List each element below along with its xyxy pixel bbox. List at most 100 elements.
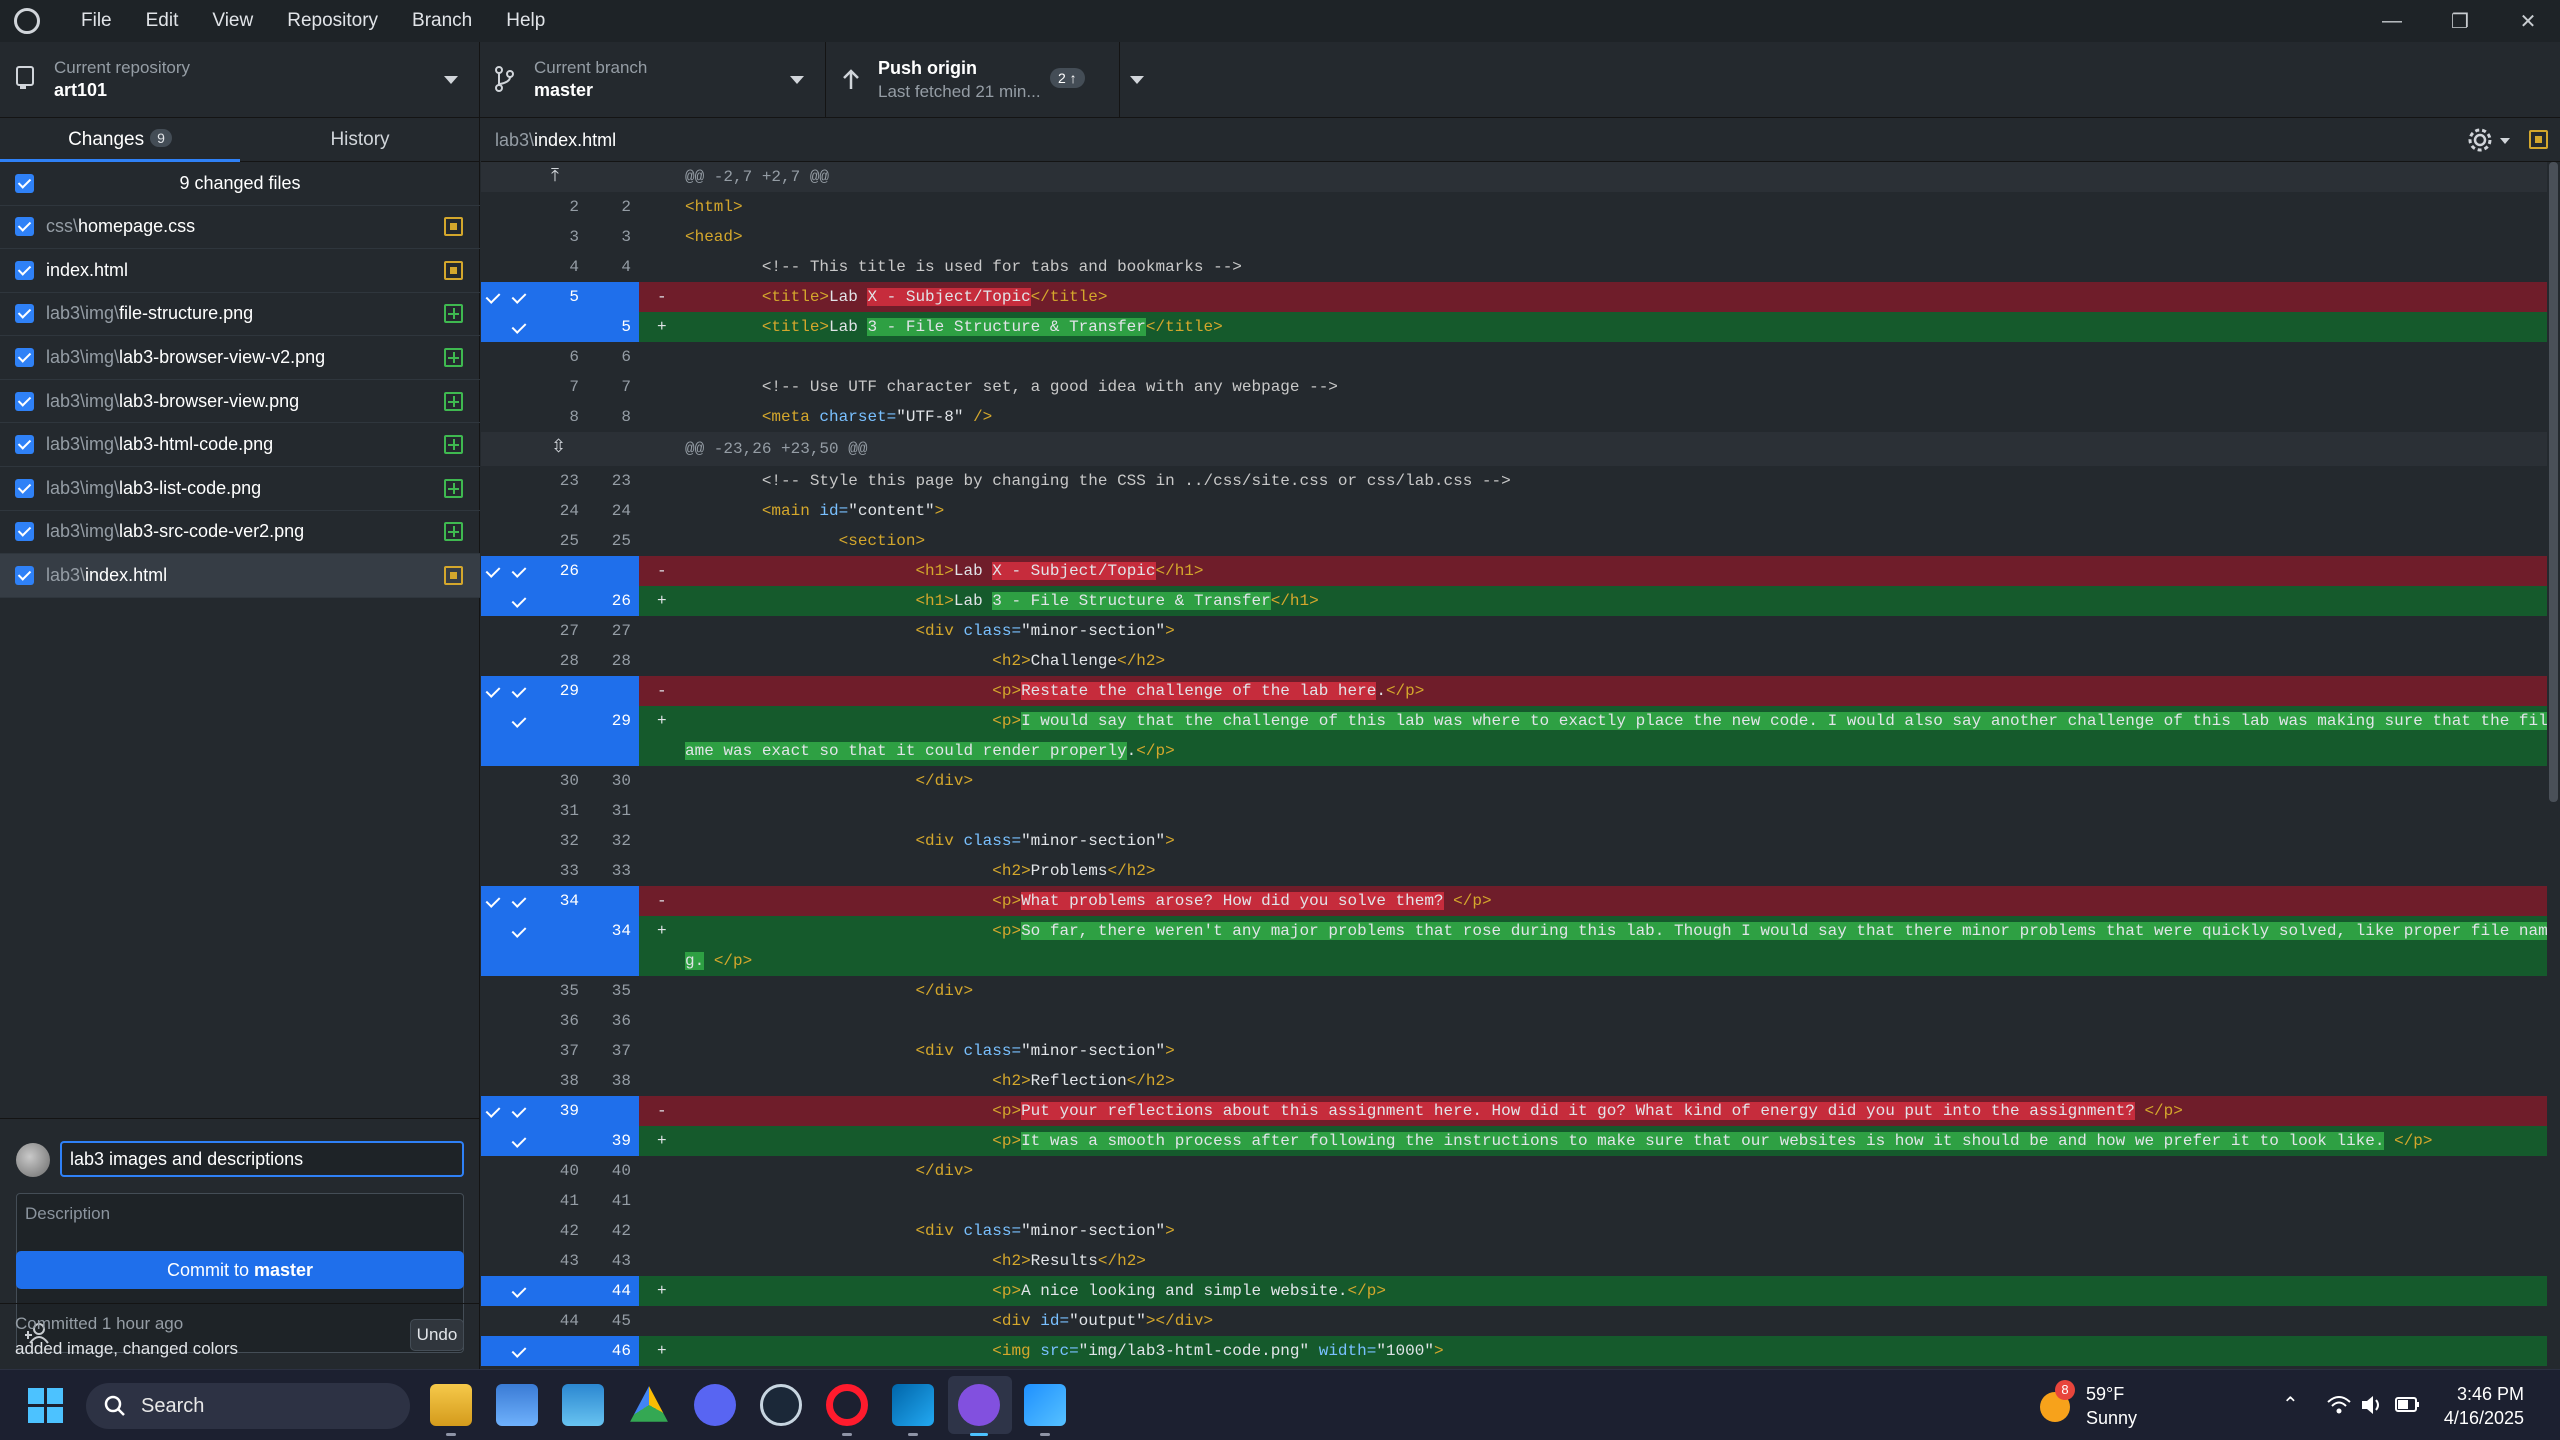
file-path: lab3\img\lab3-html-code.png [46,434,273,455]
menu-help[interactable]: Help [489,0,562,42]
chevron-up-icon[interactable]: ⌃ [2282,1392,2299,1417]
old-line-number: 33 [559,862,579,880]
diff-line-removed[interactable]: 39- <p>Put your reflections about this a… [481,1096,2547,1126]
file-checkbox[interactable] [15,217,34,237]
tab-changes[interactable]: Changes 9 [0,118,240,162]
expand-icon[interactable]: ⤒ [551,166,559,187]
commit-summary-input[interactable] [60,1141,464,1177]
menu-view[interactable]: View [195,0,270,42]
current-repository-button[interactable]: Current repository art101 [0,42,480,118]
paint-icon[interactable] [1024,1384,1066,1426]
scrollbar-thumb[interactable] [2549,162,2558,802]
menu-edit[interactable]: Edit [129,0,196,42]
line-gutter[interactable]: ⤒ [481,162,639,192]
push-origin-button[interactable]: Push origin Last fetched 21 min... 2 ↑ [826,42,1144,118]
file-checkbox[interactable] [15,348,34,368]
file-checkbox[interactable] [15,391,34,411]
minimize-icon[interactable]: — [2358,0,2426,42]
code-token: <!-- Use UTF character set, a good idea … [761,378,1338,396]
new-line-number: 3 [621,228,631,246]
code-text: <h1>Lab 3 - File Structure & Transfer</h… [685,586,1319,616]
running-indicator [842,1433,852,1436]
diff-line-added[interactable]: 34 + <p>So far, there weren't any major p… [481,916,2560,976]
check-icon [511,923,527,938]
code-token: id= [809,502,849,520]
file-name: index.html [46,259,129,280]
file-checkbox[interactable] [15,522,34,542]
close-icon[interactable]: ✕ [2494,0,2560,42]
old-line-number: 42 [559,1222,579,1240]
file-checkbox[interactable] [15,304,34,324]
discord-icon[interactable] [694,1384,736,1426]
undo-button[interactable]: Undo [410,1319,464,1351]
file-row[interactable]: index.html [0,249,480,293]
battery-icon[interactable] [2394,1392,2420,1416]
opera-icon[interactable] [826,1384,868,1426]
diff-line-removed[interactable]: 34- <p>What problems arose? How did you … [481,886,2547,916]
github-desktop-icon[interactable] [958,1384,1000,1426]
file-row[interactable]: lab3\img\file-structure.png [0,293,480,337]
expand-icon[interactable]: ⇳ [551,436,566,458]
file-checkbox[interactable] [15,566,34,586]
photos-icon[interactable] [496,1384,538,1426]
commit-button[interactable]: Commit to master [16,1251,464,1289]
diff-line-added[interactable]: 29 + <p>I would say that the challenge of… [481,706,2560,766]
diff-line-removed[interactable]: 29- <p>Restate the challenge of the lab … [481,676,2547,706]
line-gutter[interactable]: ⇳ [481,432,639,466]
vscode-icon[interactable] [892,1384,934,1426]
clock[interactable]: 3:46 PM 4/16/2025 [2444,1382,2524,1430]
taskbar-search[interactable]: Search [86,1383,410,1429]
steam-icon[interactable] [760,1384,802,1426]
diff-line-removed[interactable]: 26- <h1>Lab X - Subject/Topic</h1> [481,556,2547,586]
google-drive-icon[interactable] [630,1386,668,1422]
check-icon [511,1133,527,1148]
diff-line-removed[interactable]: 5- <title>Lab X - Subject/Topic</title> [481,282,2547,312]
restore-icon[interactable]: ❐ [2426,0,2494,42]
file-modified-icon [444,566,463,586]
tab-history[interactable]: History [240,118,480,161]
file-explorer-icon[interactable] [430,1384,472,1426]
code-token: </title [1145,318,1214,336]
file-row[interactable]: lab3\img\lab3-src-code-ver2.png [0,511,480,555]
windows-start-icon[interactable] [28,1388,64,1424]
code-token: Reflection [1030,1072,1127,1090]
running-indicator [908,1433,918,1436]
control-panel-icon[interactable] [562,1384,604,1426]
diff-line-added[interactable]: 46 + <img src="img/lab3-html-code.png" wi… [481,1336,2547,1366]
current-branch-button[interactable]: Current branch master [480,42,826,118]
changed-text-wrap: g. [685,952,705,970]
gear-icon[interactable] [2467,127,2493,153]
diff-line-added[interactable]: 44 + <p>A nice looking and simple website… [481,1276,2547,1306]
chevron-down-icon[interactable] [1130,76,1144,84]
diff-line-added[interactable]: 39 + <p>It was a smooth process after fol… [481,1126,2547,1156]
push-label: Push origin [878,58,977,78]
volume-icon[interactable] [2360,1394,2384,1416]
diff-line: 44 45 <div id="output"></div> [481,1306,2547,1336]
file-row[interactable]: lab3\index.html [0,554,480,598]
code-token: class= [953,1222,1022,1240]
diff-line-added[interactable]: 26 + <h1>Lab 3 - File Structure & Transfe… [481,586,2547,616]
weather-widget[interactable]: 59°F Sunny [2086,1382,2137,1430]
file-name: lab3-src-code-ver2.png [119,521,305,542]
file-row[interactable]: css\homepage.css [0,206,480,249]
file-checkbox[interactable] [15,478,34,498]
file-row[interactable]: lab3\img\lab3-html-code.png [0,424,480,467]
file-checkbox[interactable] [15,260,34,280]
file-row[interactable]: lab3\img\lab3-browser-view-v2.png [0,336,480,380]
diff-line-added[interactable]: 5 + <title>Lab 3 - File Structure & Trans… [481,312,2547,342]
changed-text: 3 - File Structure & Transfer [992,592,1271,610]
file-modified-icon [444,260,463,280]
menu-repository[interactable]: Repository [270,0,395,42]
wifi-icon[interactable] [2326,1394,2352,1416]
changed-text: 3 - File Structure & Transfer [867,318,1146,336]
file-checkbox[interactable] [15,435,34,455]
menu-branch[interactable]: Branch [395,0,489,42]
menu-file[interactable]: File [64,0,129,42]
chevron-down-icon[interactable] [2500,138,2510,144]
file-row[interactable]: lab3\img\lab3-list-code.png [0,467,480,511]
scrollbar[interactable] [2547,162,2560,1369]
file-row[interactable]: lab3\img\lab3-browser-view.png [0,380,480,424]
